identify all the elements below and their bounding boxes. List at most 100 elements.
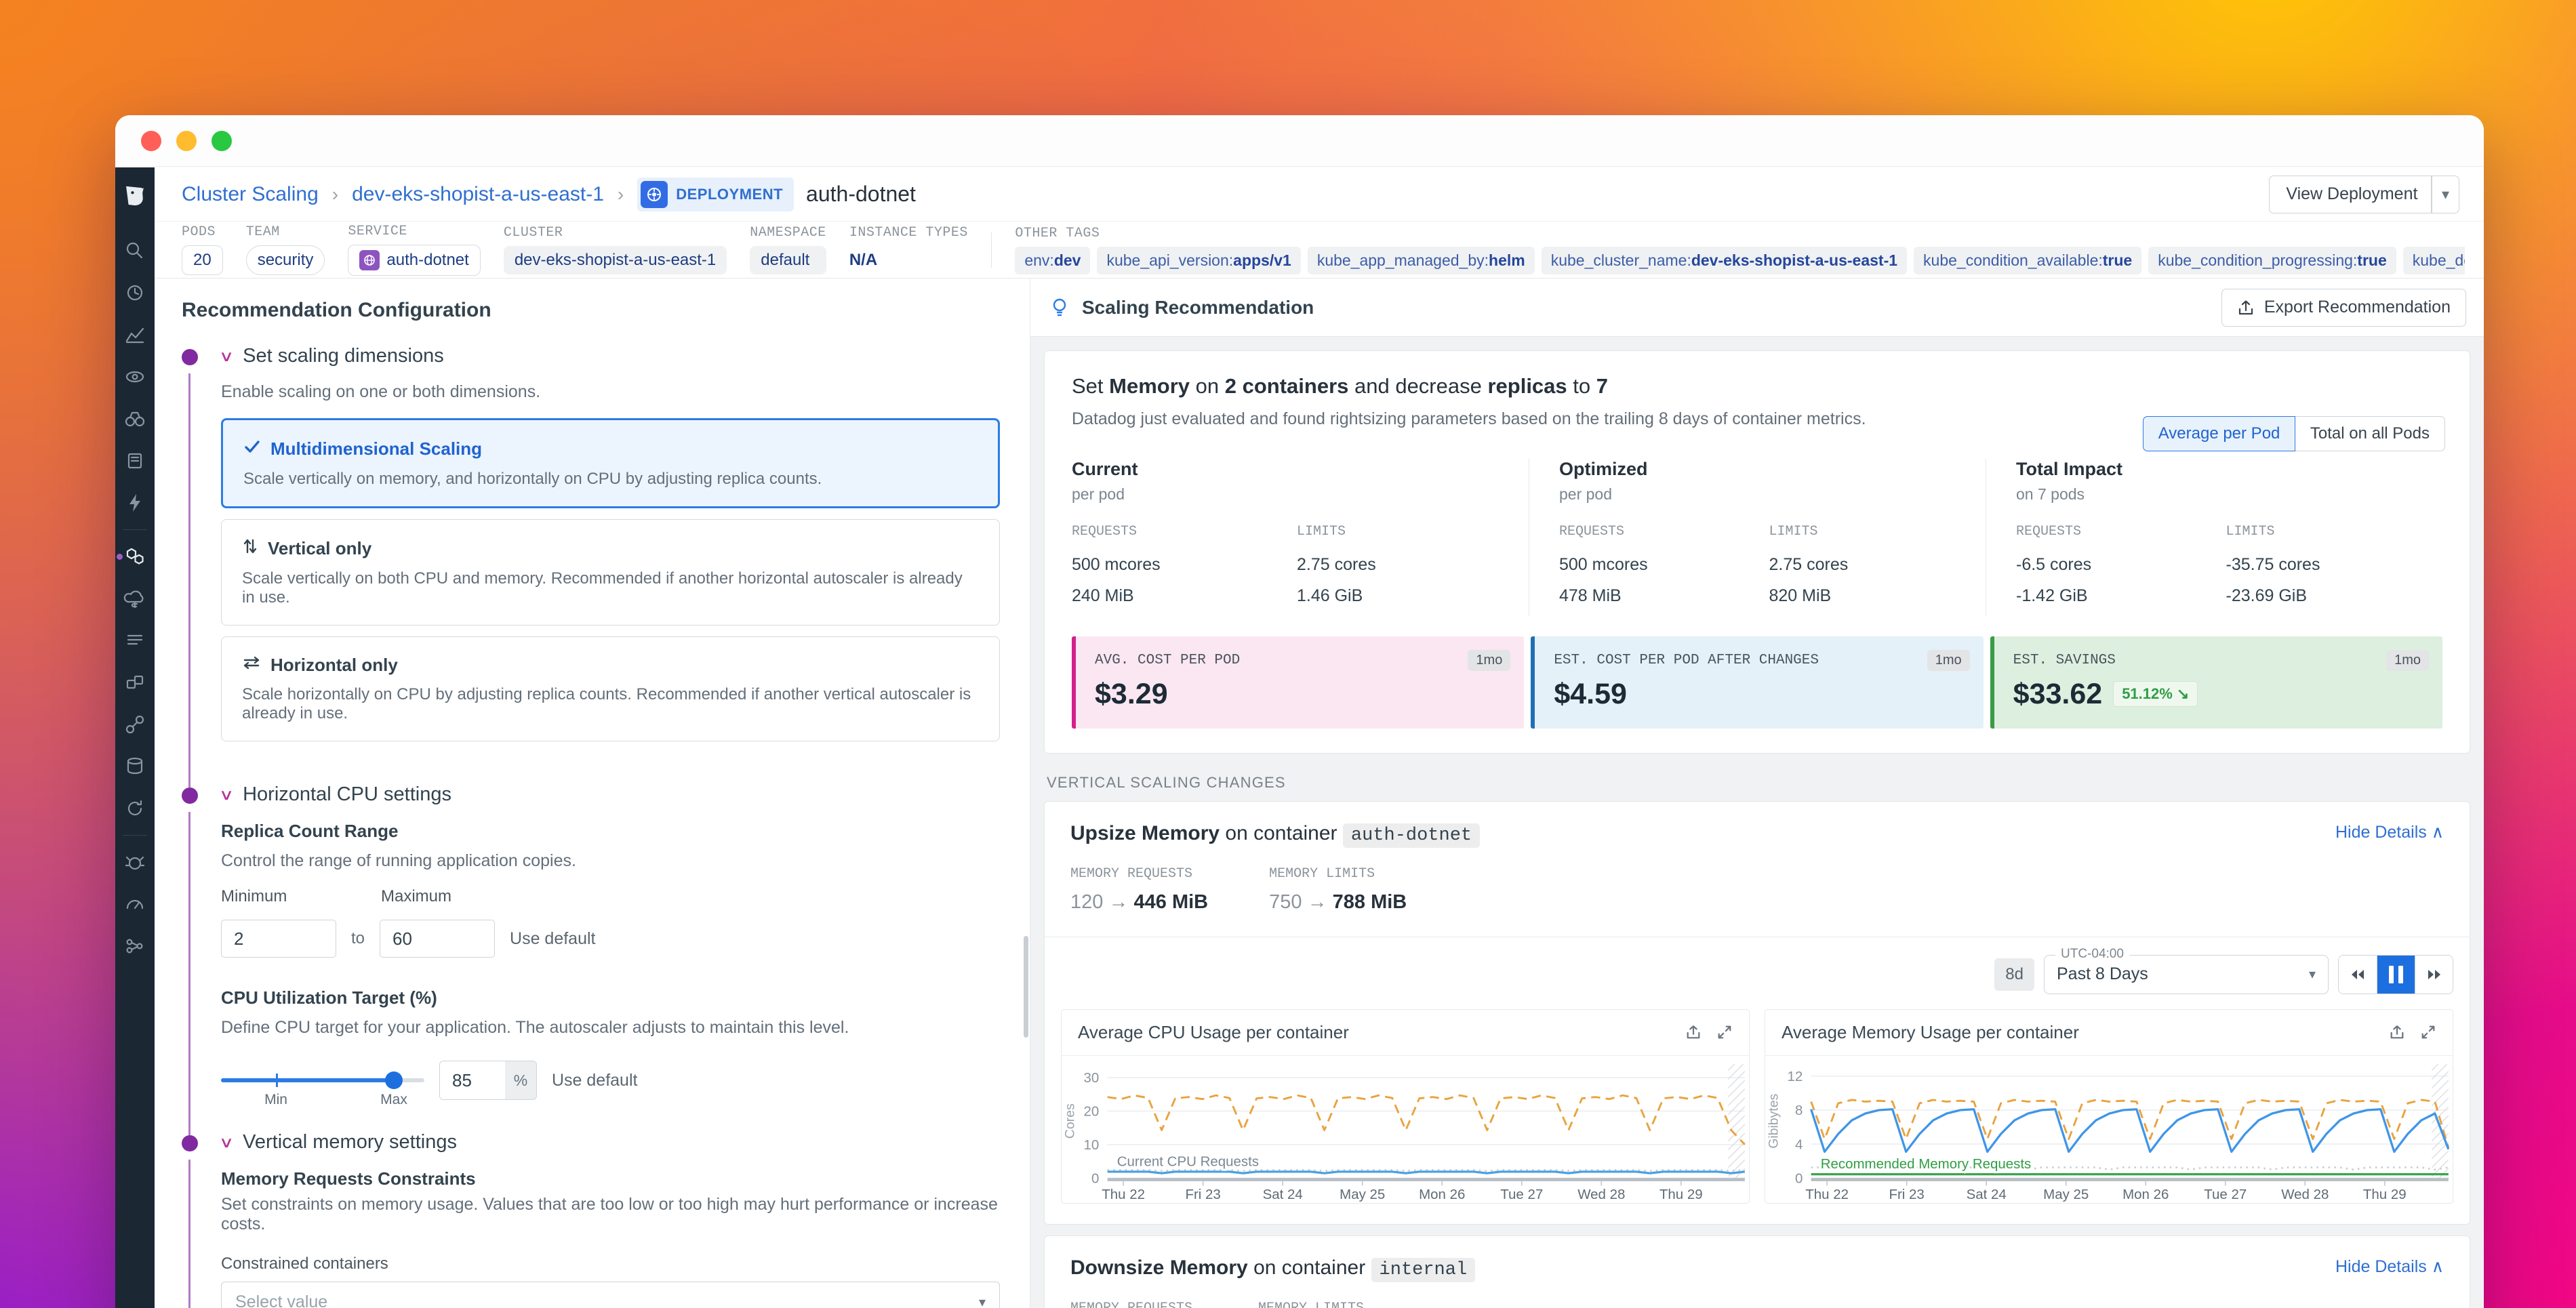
minimize-window-button[interactable] bbox=[176, 131, 197, 151]
expand-chart-icon[interactable] bbox=[2420, 1024, 2436, 1040]
metric-memory-limits: MEMORY LIMITS750 → 788 MiB bbox=[1269, 866, 1407, 914]
rewind-button[interactable] bbox=[2339, 956, 2377, 994]
containers-icon bbox=[123, 545, 146, 568]
export-chart-icon[interactable] bbox=[2389, 1024, 2405, 1040]
maximize-window-button[interactable] bbox=[212, 131, 232, 151]
hide-details-link[interactable]: Hide Details ∧ bbox=[2335, 822, 2444, 842]
sidebar-item-apm[interactable] bbox=[115, 661, 155, 703]
deployment-chip-label: DEPLOYMENT bbox=[676, 186, 783, 203]
sidebar-item-security[interactable] bbox=[115, 841, 155, 883]
svg-text:8: 8 bbox=[1795, 1103, 1803, 1118]
sidebar-item-search[interactable] bbox=[115, 230, 155, 272]
pause-button[interactable] bbox=[2377, 956, 2415, 994]
sidebar-item-integrations[interactable] bbox=[115, 482, 155, 524]
tag-chip[interactable]: kube_condition_progressing:true bbox=[2148, 247, 2396, 274]
svg-text:Gibibytes: Gibibytes bbox=[1766, 1093, 1781, 1148]
close-window-button[interactable] bbox=[141, 131, 161, 151]
use-default-link[interactable]: Use default bbox=[510, 929, 595, 949]
sidebar-item-monitoring[interactable] bbox=[115, 883, 155, 925]
forward-button[interactable] bbox=[2415, 956, 2453, 994]
sidebar-item-cloud-cost[interactable] bbox=[115, 577, 155, 619]
minimum-replicas-input[interactable] bbox=[221, 920, 336, 958]
breadcrumb-cluster[interactable]: dev-eks-shopist-a-us-east-1 bbox=[352, 183, 604, 206]
time-range-select[interactable]: UTC-04:00Past 8 Days▾ bbox=[2044, 955, 2329, 994]
sidebar-item-notebooks[interactable] bbox=[115, 440, 155, 482]
sidebar-item-pipelines[interactable] bbox=[115, 925, 155, 967]
sidebar-item-logs[interactable] bbox=[115, 619, 155, 661]
cluster-value[interactable]: dev-eks-shopist-a-us-east-1 bbox=[504, 246, 727, 274]
tag-chip[interactable]: kube_app_managed_by:helm bbox=[1308, 247, 1535, 274]
time-controls: 8d UTC-04:00Past 8 Days▾ bbox=[1045, 937, 2470, 1000]
breadcrumb-cluster-scaling[interactable]: Cluster Scaling bbox=[182, 183, 319, 206]
scaling-option-vertical-only[interactable]: Vertical onlyScale vertically on both CP… bbox=[221, 519, 1000, 626]
export-recommendation-button[interactable]: Export Recommendation bbox=[2221, 289, 2466, 327]
cpu-target-input[interactable] bbox=[440, 1061, 505, 1099]
sidebar-item-metrics[interactable] bbox=[115, 314, 155, 356]
container-chip[interactable]: internal bbox=[1371, 1258, 1476, 1282]
namespace-value[interactable]: default bbox=[750, 246, 826, 274]
deployment-chip[interactable]: DEPLOYMENT bbox=[637, 178, 794, 211]
sidebar-item-containers[interactable] bbox=[115, 535, 155, 577]
cost-value: $3.29 bbox=[1095, 678, 1505, 711]
section-header[interactable]: ∨ Set scaling dimensions bbox=[221, 345, 1000, 367]
svg-text:0: 0 bbox=[1795, 1170, 1803, 1186]
view-deployment-button[interactable]: View Deployment ▾ bbox=[2269, 176, 2459, 213]
breadcrumb: Cluster Scaling › dev-eks-shopist-a-us-e… bbox=[155, 167, 2484, 222]
chevron-down-icon[interactable]: ▾ bbox=[2432, 186, 2459, 203]
svg-text:Mon 26: Mon 26 bbox=[2122, 1186, 2169, 1202]
tag-chip[interactable]: kube_cluster_name:dev-eks-shopist-a-us-e… bbox=[1542, 247, 1907, 274]
savings-percent-badge: 51.12% ↘ bbox=[2113, 681, 2198, 707]
sidebar-item-watch[interactable] bbox=[115, 356, 155, 398]
expand-chart-icon[interactable] bbox=[1716, 1024, 1733, 1040]
datadog-logo-icon[interactable] bbox=[121, 182, 148, 209]
container-chip[interactable]: auth-dotnet bbox=[1343, 823, 1480, 848]
tag-chip[interactable]: kube_deleted:false bbox=[2403, 247, 2465, 274]
chevron-down-icon[interactable]: ∨ bbox=[219, 786, 235, 804]
chart-plot-area[interactable]: 04812GibibytesThu 22Fri 23Sat 24May 25Mo… bbox=[1765, 1056, 2453, 1203]
scaling-option-horizontal-only[interactable]: Horizontal onlyScale horizontally on CPU… bbox=[221, 636, 1000, 741]
timeframe-chip[interactable]: 8d bbox=[1994, 958, 2034, 991]
breadcrumb-separator: › bbox=[332, 184, 338, 205]
export-icon bbox=[2237, 299, 2255, 316]
sidebar-item-service-map[interactable] bbox=[115, 703, 155, 745]
tag-chip[interactable]: kube_api_version:apps/v1 bbox=[1097, 247, 1300, 274]
chevron-down-icon[interactable]: ∨ bbox=[219, 348, 235, 365]
pause-icon bbox=[2389, 966, 2403, 983]
svg-text:Current CPU Requests: Current CPU Requests bbox=[1117, 1153, 1259, 1169]
section-header[interactable]: ∨ Horizontal CPU settings bbox=[221, 783, 1000, 806]
sidebar-item-database[interactable] bbox=[115, 745, 155, 788]
average-per-pod-toggle[interactable]: Average per Pod bbox=[2143, 416, 2296, 451]
use-default-link[interactable]: Use default bbox=[552, 1071, 637, 1090]
chevron-down-icon[interactable]: ∨ bbox=[219, 1134, 235, 1151]
constrained-containers-select[interactable]: Select value ▾ bbox=[221, 1282, 1000, 1308]
pods-value[interactable]: 20 bbox=[182, 245, 223, 275]
service-value[interactable]: auth-dotnet bbox=[348, 245, 480, 276]
total-all-pods-toggle[interactable]: Total on all Pods bbox=[2295, 416, 2445, 451]
export-chart-icon[interactable] bbox=[1685, 1024, 1702, 1040]
config-scrollbar[interactable] bbox=[1024, 936, 1028, 1038]
chart-average-memory-usage-per-container: Average Memory Usage per container04812G… bbox=[1765, 1009, 2453, 1204]
requests-values: 500 mcores478 MiB bbox=[1559, 549, 1769, 612]
chevron-down-icon: ▾ bbox=[979, 1294, 986, 1308]
tag-chip[interactable]: env:dev bbox=[1015, 247, 1090, 274]
slider-handle[interactable] bbox=[385, 1071, 403, 1089]
cpu-target-slider[interactable]: Min Max bbox=[221, 1078, 424, 1082]
watch-icon bbox=[123, 365, 146, 388]
svg-text:Fri 23: Fri 23 bbox=[1889, 1186, 1924, 1202]
maximum-replicas-input[interactable] bbox=[380, 920, 495, 958]
section-header[interactable]: ∨ Vertical memory settings bbox=[221, 1131, 1000, 1153]
option-title: Multidimensional Scaling bbox=[270, 438, 482, 459]
chart-plot-area[interactable]: 0102030CoresThu 22Fri 23Sat 24May 25Mon … bbox=[1062, 1056, 1749, 1203]
sidebar-item-watchdog[interactable] bbox=[115, 272, 155, 314]
team-value[interactable]: security bbox=[246, 245, 325, 275]
sidebar-separator bbox=[123, 529, 147, 530]
scaling-option-multidimensional-scaling[interactable]: Multidimensional ScalingScale vertically… bbox=[221, 418, 1000, 508]
hide-details-link[interactable]: Hide Details ∧ bbox=[2335, 1256, 2444, 1277]
sidebar-item-binoculars[interactable] bbox=[115, 398, 155, 440]
cluster-field: CLUSTER dev-eks-shopist-a-us-east-1 bbox=[504, 225, 727, 274]
section-helper: Enable scaling on one or both dimensions… bbox=[221, 382, 1000, 402]
constrained-containers-label: Constrained containers bbox=[221, 1254, 1000, 1273]
sidebar-item-ci[interactable] bbox=[115, 788, 155, 830]
cluster-label: CLUSTER bbox=[504, 225, 727, 241]
tag-chip[interactable]: kube_condition_available:true bbox=[1914, 247, 2141, 274]
